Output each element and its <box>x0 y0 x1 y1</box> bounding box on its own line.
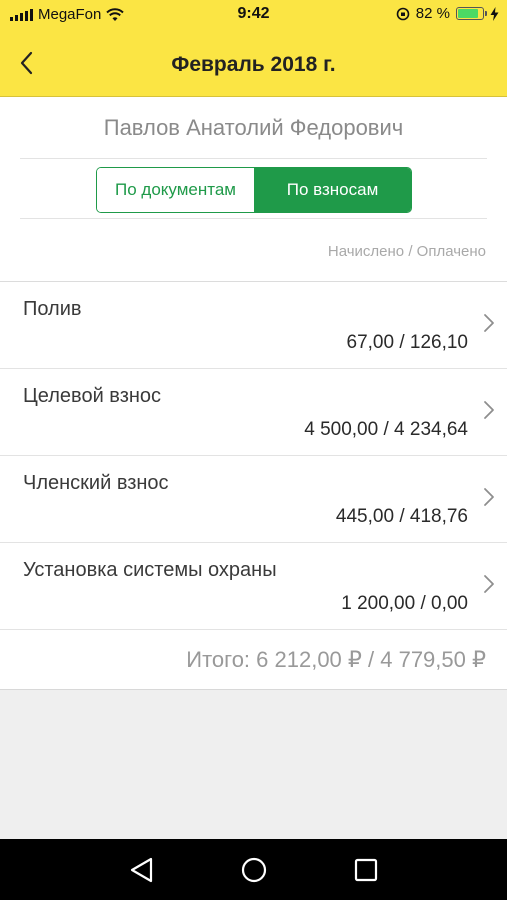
item-amount: 1 200,00 / 0,00 <box>341 593 468 614</box>
list-item[interactable]: Установка системы охраны 1 200,00 / 0,00 <box>0 543 507 630</box>
contributions-list: Полив 67,00 / 126,10 Целевой взнос 4 500,00… <box>0 282 507 630</box>
android-nav-bar <box>0 839 507 900</box>
list-item[interactable]: Полив 67,00 / 126,10 <box>0 282 507 369</box>
list-item[interactable]: Целевой взнос 4 500,00 / 4 234,64 <box>0 369 507 456</box>
android-back-button[interactable] <box>127 855 157 885</box>
tab-by-documents[interactable]: По документам <box>97 168 254 212</box>
charging-bolt-icon <box>490 6 499 21</box>
battery-icon <box>456 7 487 20</box>
circle-home-icon <box>241 857 267 883</box>
chevron-right-icon <box>484 314 494 332</box>
view-switcher: По документам По взносам <box>20 159 487 219</box>
person-name: Павлов Анатолий Федорович <box>20 97 487 159</box>
android-home-button[interactable] <box>239 855 269 885</box>
status-right: 82 % <box>396 5 499 22</box>
triangle-back-icon <box>130 857 153 883</box>
battery-percent: 82 % <box>415 5 450 22</box>
list-item[interactable]: Членский взнос 445,00 / 418,76 <box>0 456 507 543</box>
chevron-right-icon <box>484 575 494 593</box>
android-recents-button[interactable] <box>351 855 381 885</box>
item-amount: 4 500,00 / 4 234,64 <box>304 419 468 440</box>
app-header: MegaFon 9:42 82 % Февраль 2018 г. <box>0 0 507 97</box>
item-name: Членский взнос <box>23 472 169 494</box>
orientation-lock-icon <box>396 7 410 20</box>
main-content: Павлов Анатолий Федорович По документам … <box>0 97 507 690</box>
chevron-right-icon <box>484 401 494 419</box>
item-amount: 67,00 / 126,10 <box>346 332 469 353</box>
item-name: Полив <box>23 298 82 320</box>
page-title: Февраль 2018 г. <box>171 53 336 76</box>
chevron-right-icon <box>484 488 494 506</box>
total-summary: Итого: 6 212,00 ₽ / 4 779,50 ₽ <box>0 630 507 690</box>
item-name: Установка системы охраны <box>23 559 277 581</box>
nav-bar: Февраль 2018 г. <box>0 30 507 97</box>
battery-level-fill <box>458 9 478 18</box>
item-name: Целевой взнос <box>23 385 162 407</box>
square-recents-icon <box>354 858 378 882</box>
segmented-control: По документам По взносам <box>96 167 412 213</box>
tab-by-contributions[interactable]: По взносам <box>254 168 411 212</box>
item-amount: 445,00 / 418,76 <box>335 506 468 527</box>
status-bar: MegaFon 9:42 82 % <box>0 0 507 30</box>
columns-legend: Начислено / Оплачено <box>0 219 507 282</box>
